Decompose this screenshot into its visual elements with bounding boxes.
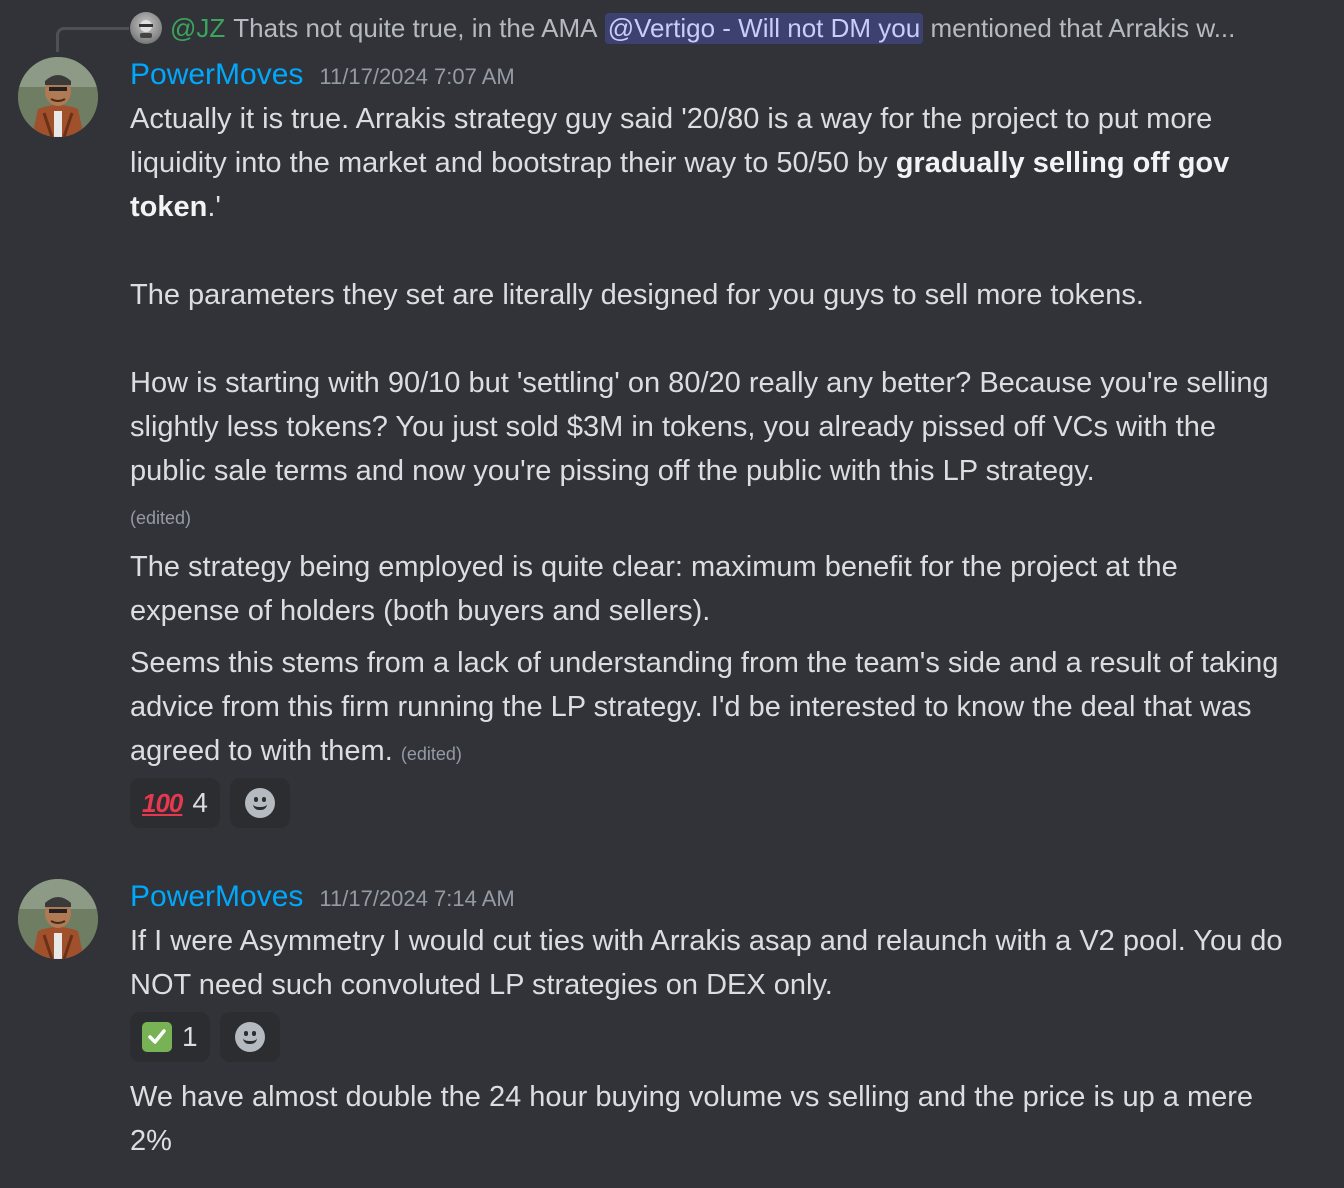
- message-header: PowerMoves 11/17/2024 7:14 AM: [130, 880, 515, 914]
- smiley-icon: [234, 1022, 265, 1052]
- reply-text-before: Thats not quite true, in the AMA: [233, 12, 598, 43]
- reply-avatar-icon: [139, 20, 153, 38]
- message-paragraph: Seems this stems from a lack of understa…: [130, 641, 1290, 776]
- add-reaction-button[interactable]: [229, 778, 290, 828]
- message-paragraph: Actually it is true. Arrakis strategy gu…: [130, 97, 1290, 229]
- username[interactable]: PowerMoves: [130, 880, 303, 914]
- message-paragraph: The strategy being employed is quite cle…: [130, 551, 1178, 627]
- timestamp[interactable]: 11/17/2024 7:07 AM: [319, 64, 514, 90]
- reply-connector: [56, 27, 129, 52]
- reply-avatar[interactable]: [130, 12, 162, 44]
- reply-reference[interactable]: @JZ Thats not quite true, in the AMA @Ve…: [130, 10, 1330, 46]
- edited-label: (edited): [400, 744, 462, 764]
- edited-label: (edited): [130, 508, 192, 528]
- reply-text-after: mentioned that Arrakis w...: [930, 12, 1236, 43]
- username[interactable]: PowerMoves: [130, 58, 303, 92]
- message-paragraph: If I were Asymmetry I would cut ties wit…: [130, 925, 1283, 1001]
- add-reaction-button[interactable]: [219, 1012, 280, 1062]
- reply-mention[interactable]: @Vertigo - Will not DM you: [604, 12, 924, 44]
- reaction-count: 1: [182, 1021, 198, 1052]
- message-header: PowerMoves 11/17/2024 7:07 AM: [130, 58, 515, 92]
- reactions-bar: 100 4: [130, 778, 290, 828]
- reaction-count: 4: [192, 787, 208, 818]
- check-mark-icon: [142, 1022, 172, 1052]
- reactions-bar: 1: [130, 1012, 280, 1062]
- reaction-hundred[interactable]: 100 4: [130, 778, 220, 828]
- user-avatar-icon: [18, 879, 98, 959]
- message-paragraph: How is starting with 90/10 but 'settling…: [130, 367, 1269, 487]
- message-text: .': [207, 191, 221, 223]
- avatar[interactable]: [18, 879, 98, 959]
- user-avatar-icon: [18, 57, 98, 137]
- avatar[interactable]: [18, 57, 98, 137]
- timestamp[interactable]: 11/17/2024 7:14 AM: [319, 886, 514, 912]
- hundred-points-icon: 100: [142, 787, 183, 818]
- reply-author[interactable]: @JZ: [170, 13, 225, 44]
- message-paragraph: The parameters they set are literally de…: [130, 279, 1144, 311]
- smiley-icon: [244, 788, 275, 818]
- message-text: Seems this stems from a lack of understa…: [130, 647, 1279, 767]
- message-paragraph: We have almost double the 24 hour buying…: [130, 1081, 1254, 1157]
- reaction-check[interactable]: 1: [130, 1012, 210, 1062]
